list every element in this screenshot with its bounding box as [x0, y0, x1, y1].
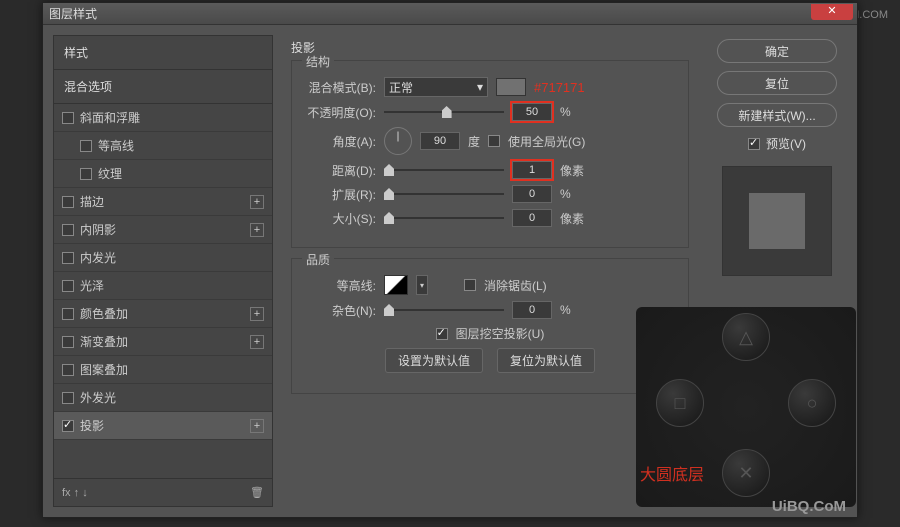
size-slider[interactable] [384, 211, 504, 225]
unit-degree: 度 [468, 133, 480, 150]
dpad-triangle-icon: △ [722, 313, 770, 361]
global-light-label: 使用全局光(G) [508, 133, 585, 150]
opacity-slider[interactable] [384, 105, 504, 119]
quality-group: 品质 等高线: ▾ 消除锯齿(L) 杂色(N): % 图层 [291, 258, 689, 394]
checkbox-icon[interactable] [62, 224, 74, 236]
dialog-title: 图层样式 [49, 5, 97, 22]
noise-label: 杂色(N): [304, 302, 376, 319]
plus-icon[interactable]: + [250, 307, 264, 321]
titlebar[interactable]: 图层样式 ✕ [43, 3, 857, 25]
knockout-checkbox[interactable] [436, 328, 448, 340]
ok-button[interactable]: 确定 [717, 39, 837, 63]
dpad-cross-icon: ✕ [722, 449, 770, 497]
contour-label: 等高线: [304, 277, 376, 294]
checkbox-icon[interactable] [62, 308, 74, 320]
trash-icon[interactable]: 🗑 [250, 486, 264, 499]
style-color-overlay[interactable]: 颜色叠加+ [54, 300, 272, 328]
checkbox-icon[interactable] [62, 336, 74, 348]
style-pattern-overlay[interactable]: 图案叠加 [54, 356, 272, 384]
preview-label: 预览(V) [766, 135, 806, 152]
checkbox-icon[interactable] [62, 420, 74, 432]
sidebar-footer: fx ↑ ↓ 🗑 [54, 478, 272, 506]
antialias-label: 消除锯齿(L) [484, 277, 547, 294]
dpad-square-icon: □ [656, 379, 704, 427]
contour-swatch[interactable] [384, 275, 408, 295]
style-list: 斜面和浮雕 等高线 纹理 描边+ 内阴影+ 内发光 光泽 颜色叠加+ 渐变叠加+… [54, 104, 272, 478]
distance-slider[interactable] [384, 163, 504, 177]
style-gradient-overlay[interactable]: 渐变叠加+ [54, 328, 272, 356]
chevron-down-icon: ▾ [477, 80, 483, 94]
angle-dial[interactable] [384, 127, 412, 155]
checkbox-icon[interactable] [62, 392, 74, 404]
unit-percent: % [560, 105, 571, 119]
structure-group: 结构 混合模式(B): 正常▾ #717171 不透明度(O): % 角度(A)… [291, 60, 689, 248]
checkbox-icon[interactable] [62, 196, 74, 208]
cancel-button[interactable]: 复位 [717, 71, 837, 95]
preview-box [722, 166, 832, 276]
unit-px: 像素 [560, 162, 584, 179]
close-button[interactable]: ✕ [811, 4, 853, 20]
checkbox-icon[interactable] [80, 168, 92, 180]
knockout-label: 图层挖空投影(U) [456, 325, 545, 342]
arrow-down-icon[interactable]: ↓ [82, 487, 88, 499]
checkbox-icon[interactable] [80, 140, 92, 152]
reset-default-button[interactable]: 复位为默认值 [497, 348, 595, 373]
antialias-checkbox[interactable] [464, 279, 476, 291]
preview-checkbox[interactable] [748, 138, 760, 150]
distance-input[interactable] [512, 161, 552, 179]
checkbox-icon[interactable] [62, 364, 74, 376]
style-inner-glow[interactable]: 内发光 [54, 244, 272, 272]
sidebar-header-styles[interactable]: 样式 [54, 36, 272, 70]
structure-legend: 结构 [302, 53, 334, 70]
sidebar-header-blend[interactable]: 混合选项 [54, 70, 272, 104]
style-inner-shadow[interactable]: 内阴影+ [54, 216, 272, 244]
angle-input[interactable] [420, 132, 460, 150]
style-stroke[interactable]: 描边+ [54, 188, 272, 216]
contour-dropdown[interactable]: ▾ [416, 275, 428, 295]
dpad-annotation: 大圆底层 [640, 461, 704, 485]
new-style-button[interactable]: 新建样式(W)... [717, 103, 837, 127]
distance-label: 距离(D): [304, 162, 376, 179]
size-label: 大小(S): [304, 210, 376, 227]
dpad-preview: △ □ ○ ✕ 大圆底层 [636, 307, 856, 507]
style-drop-shadow[interactable]: 投影+ [54, 412, 272, 440]
opacity-label: 不透明度(O): [304, 104, 376, 121]
dpad-circle-icon: ○ [788, 379, 836, 427]
angle-label: 角度(A): [304, 133, 376, 150]
color-annotation: #717171 [534, 80, 585, 95]
spread-label: 扩展(R): [304, 186, 376, 203]
fx-icon[interactable]: fx [62, 487, 71, 499]
quality-legend: 品质 [302, 251, 334, 268]
global-light-checkbox[interactable] [488, 135, 500, 147]
spread-slider[interactable] [384, 187, 504, 201]
arrow-up-icon[interactable]: ↑ [74, 487, 80, 499]
checkbox-icon[interactable] [62, 280, 74, 292]
checkbox-icon[interactable] [62, 112, 74, 124]
style-satin[interactable]: 光泽 [54, 272, 272, 300]
blend-mode-label: 混合模式(B): [304, 79, 376, 96]
noise-input[interactable] [512, 301, 552, 319]
size-input[interactable] [512, 209, 552, 227]
panel-title: 投影 [291, 39, 689, 56]
color-swatch[interactable] [496, 78, 526, 96]
style-contour[interactable]: 等高线 [54, 132, 272, 160]
plus-icon[interactable]: + [250, 195, 264, 209]
opacity-input[interactable] [512, 103, 552, 121]
style-texture[interactable]: 纹理 [54, 160, 272, 188]
preview-swatch [749, 193, 805, 249]
checkbox-icon[interactable] [62, 252, 74, 264]
watermark-bottom: UiBQ.CoM [772, 498, 846, 515]
plus-icon[interactable]: + [250, 335, 264, 349]
noise-slider[interactable] [384, 303, 504, 317]
set-default-button[interactable]: 设置为默认值 [385, 348, 483, 373]
plus-icon[interactable]: + [250, 419, 264, 433]
spread-input[interactable] [512, 185, 552, 203]
blend-mode-select[interactable]: 正常▾ [384, 77, 488, 97]
settings-panel: 投影 结构 混合模式(B): 正常▾ #717171 不透明度(O): % 角度… [283, 35, 697, 507]
style-bevel[interactable]: 斜面和浮雕 [54, 104, 272, 132]
style-outer-glow[interactable]: 外发光 [54, 384, 272, 412]
styles-sidebar: 样式 混合选项 斜面和浮雕 等高线 纹理 描边+ 内阴影+ 内发光 光泽 颜色叠… [53, 35, 273, 507]
plus-icon[interactable]: + [250, 223, 264, 237]
